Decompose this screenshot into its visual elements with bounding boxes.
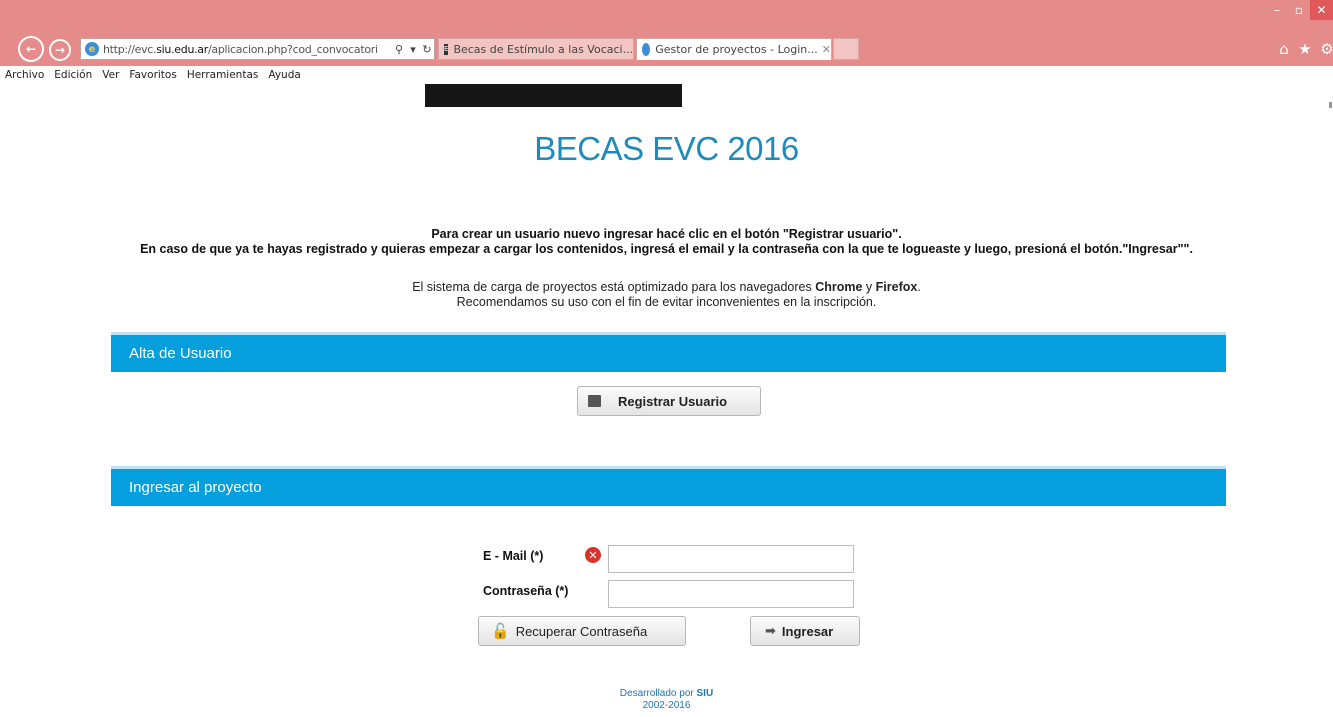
folder-icon [588,395,601,407]
menu-ayuda[interactable]: Ayuda [268,69,300,81]
home-icon[interactable]: ⌂ [1275,40,1293,58]
instruction-line-1: Para crear un usuario nuevo ingresar hac… [431,227,902,241]
arrow-right-icon: ➡ [765,623,776,639]
minimize-icon[interactable]: – [1266,0,1288,20]
address-bar[interactable]: e http://evc.siu.edu.ar/aplicacion.php?c… [80,38,435,60]
dropdown-icon[interactable]: ▾ [406,43,420,56]
refresh-icon[interactable]: ↻ [420,43,434,56]
register-user-button[interactable]: Registrar Usuario [577,386,761,416]
tab-label: Becas de Estímulo a las Vocaci... [453,42,634,56]
ie-site-icon: e [85,42,99,56]
tab-close-icon[interactable]: ✕ [822,43,831,56]
redacted-banner [425,84,682,107]
browser-note-line-2: Recomendamos su uso con el fin de evitar… [456,295,877,309]
search-icon[interactable]: ⚲ [392,43,406,56]
email-label: E - Mail (*) [483,549,544,563]
tab-favicon: E [444,43,449,55]
menu-edicion[interactable]: Edición [54,69,92,81]
register-user-label: Registrar Usuario [618,393,728,409]
star-icon[interactable]: ★ [1296,40,1314,58]
recover-password-button[interactable]: 🔓 Recuperar Contraseña [478,616,686,646]
footer-years: 2002-2016 [642,700,691,711]
new-tab-button[interactable] [833,38,859,60]
password-field[interactable] [608,580,854,608]
email-field[interactable] [608,545,854,573]
menu-ver[interactable]: Ver [102,69,119,81]
gear-icon[interactable]: ⚙ [1318,40,1333,58]
browser-chrome: – ▫ ✕ ← → e http://evc.siu.edu.ar/aplica… [0,0,1333,66]
menu-favoritos[interactable]: Favoritos [129,69,176,81]
footer-developed-by: Desarrollado por SIU [619,688,714,699]
recover-password-label: Recuperar Contraseña [515,623,648,639]
tab-gestor[interactable]: Gestor de proyectos - Login... ✕ [636,38,832,60]
tab-label: Gestor de proyectos - Login... [655,43,818,56]
page-title: BECAS EVC 2016 [534,130,799,167]
tab-becas[interactable]: E Becas de Estímulo a las Vocaci... [438,38,634,60]
close-window-icon[interactable]: ✕ [1310,0,1333,20]
address-url[interactable]: http://evc.siu.edu.ar/aplicacion.php?cod… [103,43,392,56]
ingresar-proyecto-header: Ingresar al proyecto [111,466,1226,506]
password-label: Contraseña (*) [483,584,569,598]
unlock-icon: 🔓 [491,623,510,640]
maximize-icon[interactable]: ▫ [1288,0,1310,20]
login-label: Ingresar [781,623,834,639]
alta-usuario-header: Alta de Usuario [111,332,1226,372]
error-icon: ✕ [585,547,601,563]
scrollbar[interactable] [1329,102,1332,108]
login-button[interactable]: ➡ Ingresar [750,616,860,646]
ie-tab-icon [642,43,651,56]
menu-bar: Archivo Edición Ver Favoritos Herramient… [0,66,1333,84]
menu-archivo[interactable]: Archivo [5,69,44,81]
browser-note-line-1: El sistema de carga de proyectos está op… [412,280,921,294]
menu-herramientas[interactable]: Herramientas [187,69,259,81]
forward-arrow-icon[interactable]: → [49,39,71,61]
back-arrow-icon[interactable]: ← [18,36,44,62]
instruction-line-2: En caso de que ya te hayas registrado y … [140,242,1193,256]
